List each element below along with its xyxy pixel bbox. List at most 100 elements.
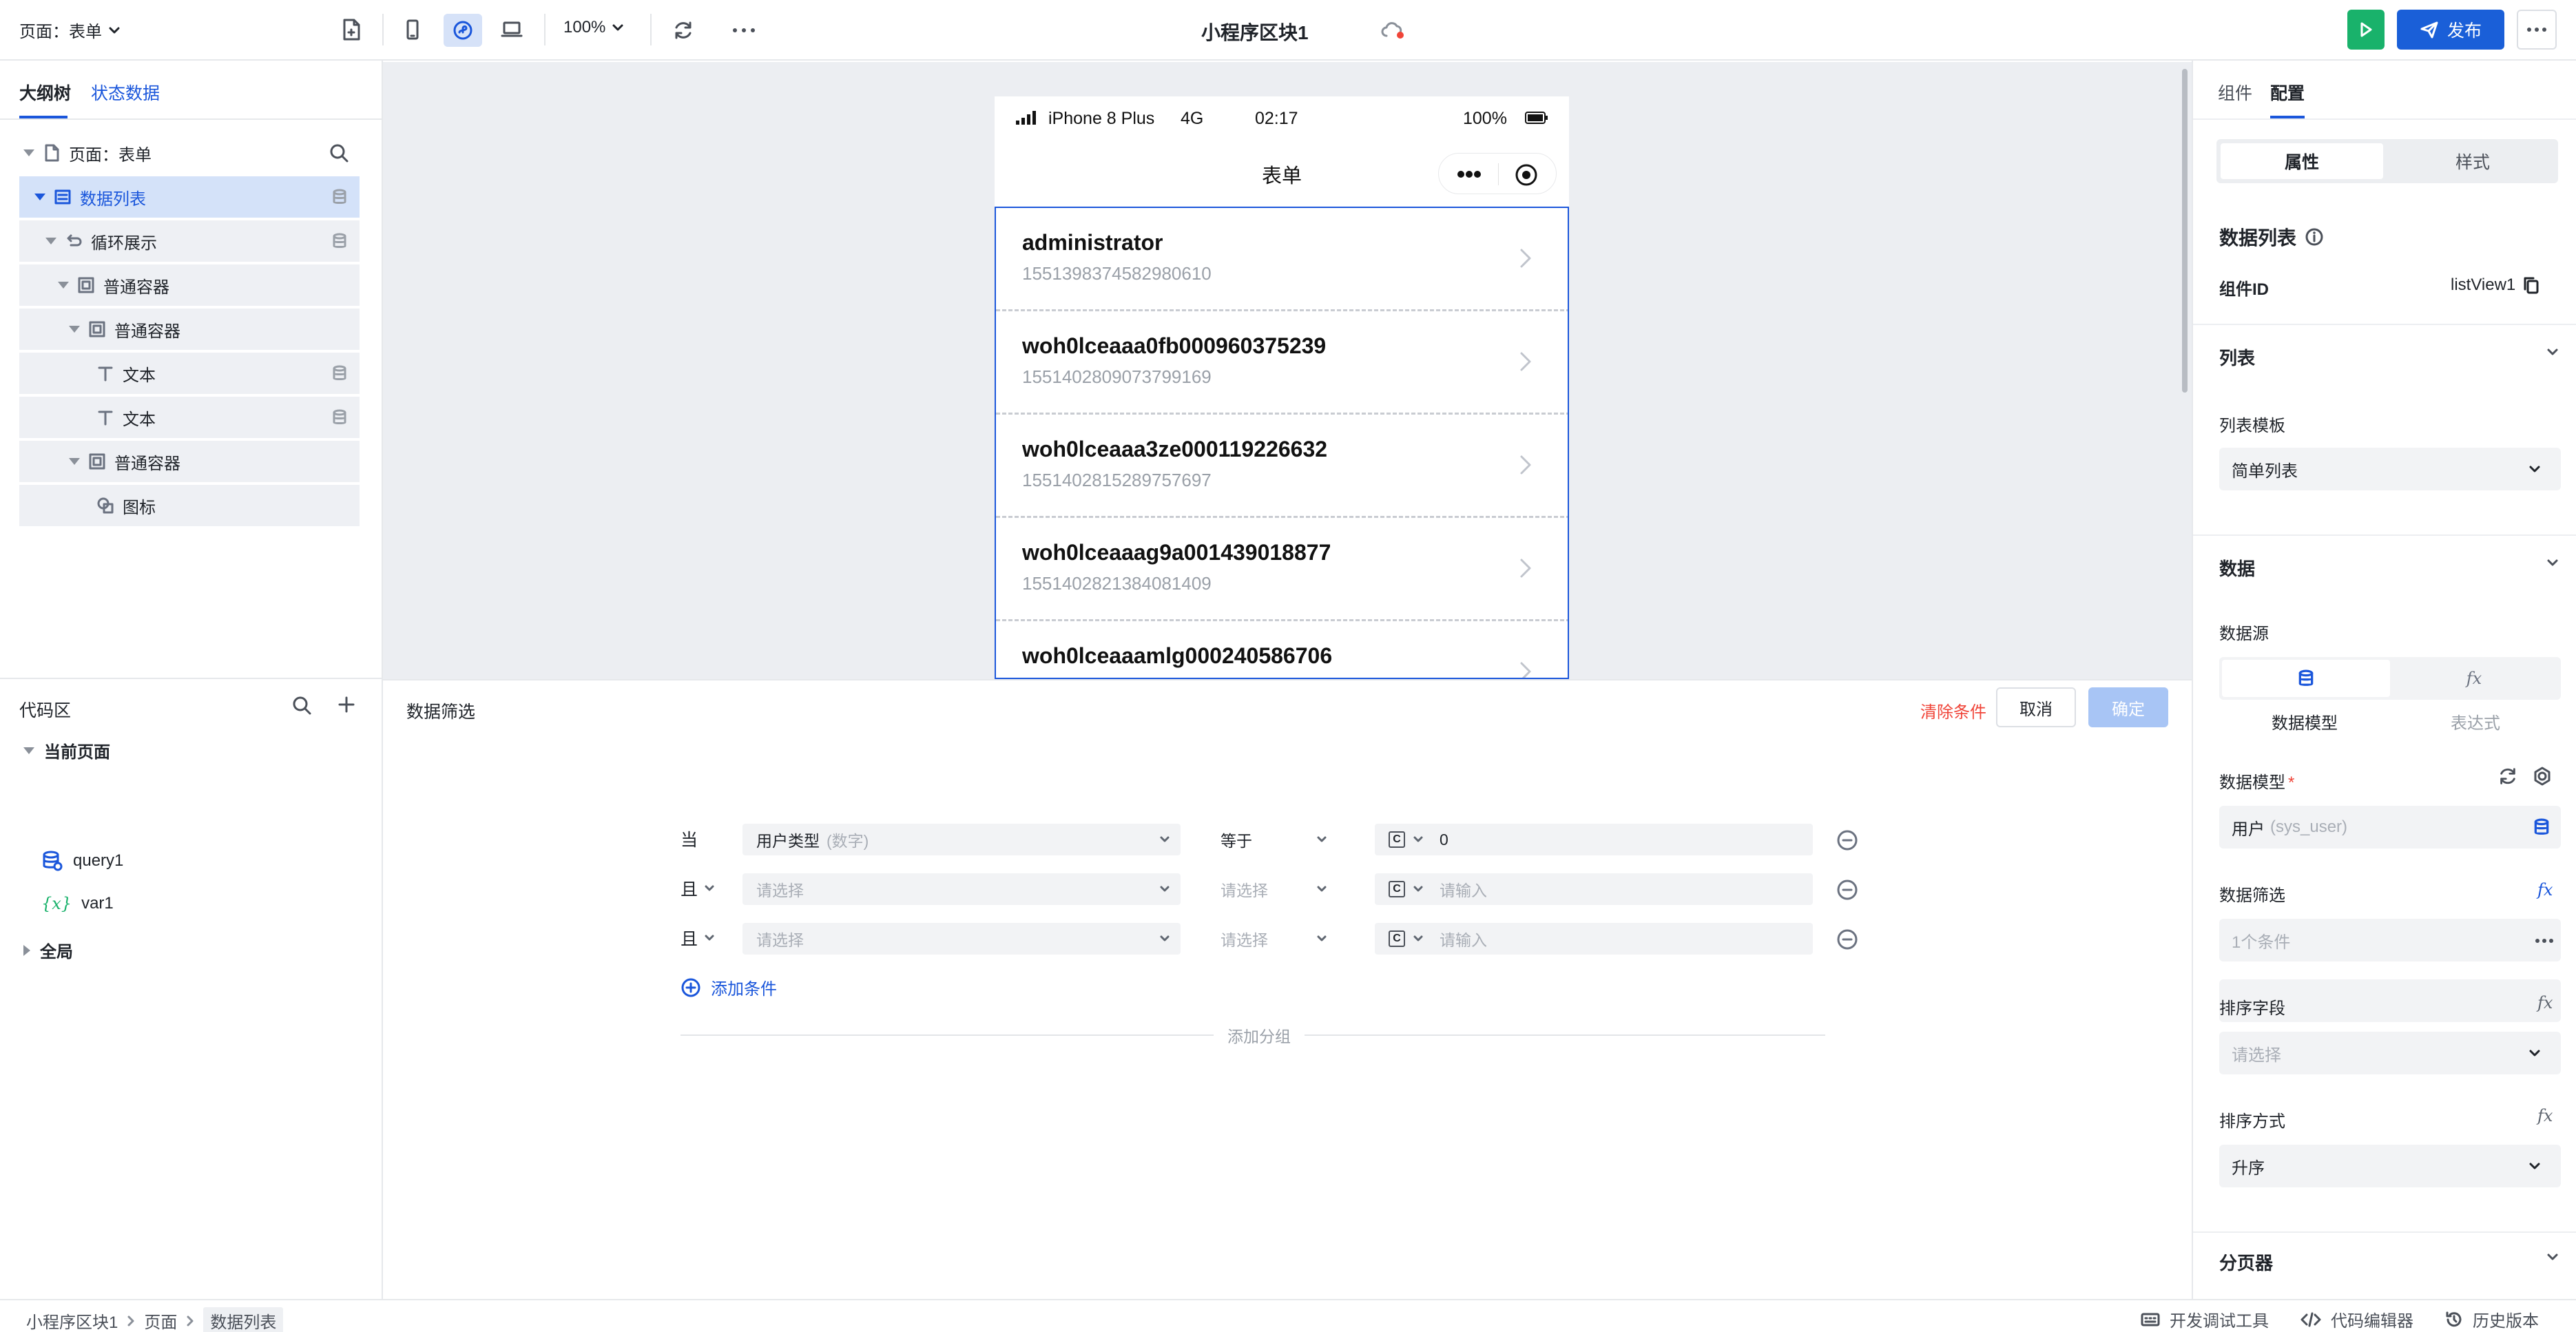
segment-control: 属性 样式 [2216, 139, 2558, 183]
refresh-icon[interactable] [2497, 766, 2518, 787]
tree-item-container[interactable]: 普通容器 [19, 441, 360, 482]
section-data-title[interactable]: 数据 [2219, 555, 2255, 581]
condition-value-input[interactable]: C 请输入 [1375, 923, 1813, 955]
data-filter-field[interactable]: 1个条件 [2219, 919, 2561, 961]
tab-components[interactable]: 组件 [2218, 80, 2252, 105]
phone-preview: iPhone 8 Plus 4G 02:17 100% 表单 administr… [995, 96, 1569, 679]
sort-field-placeholder: 请选择 [2232, 1045, 2281, 1065]
chevron-down-icon [1160, 886, 1170, 892]
tree-item-text[interactable]: 文本 [19, 353, 360, 394]
condition-logic-select[interactable]: 且 [681, 876, 714, 901]
code-item-var[interactable]: {x} var1 [41, 894, 114, 913]
add-group-button[interactable]: 添加分组 [1214, 1023, 1305, 1047]
tree-item-container[interactable]: 普通容器 [19, 264, 360, 306]
constant-type-icon[interactable]: C [1389, 881, 1405, 897]
condition-value-input[interactable]: C 请输入 [1375, 873, 1813, 905]
breadcrumb-item-current[interactable]: 数据列表 [203, 1307, 284, 1332]
list-item[interactable]: woh0lceaaamlg000240586706 [996, 621, 1568, 678]
info-icon[interactable] [2305, 227, 2324, 247]
condition-operator-select[interactable]: 请选择 [1207, 873, 1338, 905]
list-item[interactable]: woh0lceaaa0fb000960375239 15514028090737… [996, 311, 1568, 415]
data-model-select[interactable]: 用户 (sys_user) [2219, 806, 2561, 849]
more-icon[interactable] [731, 28, 756, 33]
tree-item-container[interactable]: 普通容器 [19, 309, 360, 350]
list-item[interactable]: administrator 1551398374582980610 [996, 208, 1568, 311]
data-list[interactable]: administrator 1551398374582980610 woh0lc… [995, 207, 1569, 679]
close-capsule-icon[interactable] [1515, 163, 1538, 187]
section-pager-title[interactable]: 分页器 [2219, 1249, 2273, 1275]
add-icon[interactable] [337, 696, 355, 714]
page-selector[interactable]: 页面：表单 [19, 18, 120, 42]
tree-item-loop[interactable]: 循环展示 [19, 220, 360, 262]
list-item[interactable]: woh0lceaaag9a001439018877 15514028213840… [996, 518, 1568, 621]
function-icon[interactable]: fx [2537, 993, 2553, 1012]
code-global[interactable]: 全局 [23, 938, 73, 962]
sort-order-label: 排序方式 [2219, 1112, 2285, 1131]
function-icon[interactable]: fx [2537, 880, 2553, 899]
constant-type-icon[interactable]: C [1389, 831, 1405, 848]
cancel-button[interactable]: 取消 [1996, 687, 2076, 727]
tab-state-data[interactable]: 状态数据 [91, 80, 160, 105]
tree-item-page[interactable]: 页面：表单 [19, 132, 360, 174]
add-condition-button[interactable]: 添加条件 [681, 975, 777, 999]
section-list-title[interactable]: 列表 [2219, 344, 2255, 370]
more-menu-button[interactable] [2517, 10, 2557, 50]
code-item-label: var1 [81, 894, 114, 913]
device-mobile-button[interactable] [398, 15, 427, 44]
refresh-icon[interactable] [672, 19, 694, 41]
tab-config[interactable]: 配置 [2270, 80, 2305, 105]
search-icon[interactable] [292, 696, 311, 715]
chevron-down-icon[interactable] [2547, 1253, 2558, 1260]
remove-condition-icon[interactable] [1836, 829, 1858, 851]
device-desktop-button[interactable] [497, 15, 526, 44]
breadcrumb-item[interactable]: 小程序区块1 [26, 1309, 118, 1332]
constant-type-icon[interactable]: C [1389, 930, 1405, 947]
chevron-down-icon[interactable] [2547, 348, 2558, 355]
condition-field-select[interactable]: 用户类型 (数字) [742, 824, 1181, 855]
condition-operator-select[interactable]: 请选择 [1207, 923, 1338, 955]
clear-conditions-button[interactable]: 清除条件 [1920, 698, 1986, 722]
run-button[interactable] [2347, 10, 2385, 50]
code-item-query[interactable]: query1 [41, 850, 123, 872]
tab-outline[interactable]: 大纲树 [19, 80, 71, 105]
sort-order-select[interactable]: 升序 [2219, 1145, 2561, 1187]
code-current-page[interactable]: 当前页面 [23, 738, 110, 762]
tree-item-data-list[interactable]: 数据列表 [19, 176, 360, 218]
list-template-select[interactable]: 简单列表 [2219, 448, 2561, 490]
capsule-menu[interactable] [1438, 153, 1557, 194]
source-expression-button[interactable]: fx [2390, 660, 2558, 697]
add-page-icon[interactable] [342, 18, 362, 41]
publish-button[interactable]: 发布 [2397, 10, 2504, 50]
more-icon[interactable] [2535, 938, 2554, 944]
source-model-button[interactable] [2222, 660, 2390, 697]
settings-icon[interactable] [2532, 766, 2553, 787]
breadcrumb-item[interactable]: 页面 [144, 1309, 177, 1332]
tree-item-icon[interactable]: 图标 [19, 485, 360, 526]
copy-icon[interactable] [2522, 275, 2540, 295]
code-editor-button[interactable]: 代码编辑器 [2300, 1307, 2413, 1331]
canvas-scrollbar[interactable] [2182, 69, 2188, 393]
history-button[interactable]: 历史版本 [2445, 1307, 2539, 1331]
sort-field-select[interactable]: 请选择 [2219, 1032, 2561, 1074]
condition-logic-select[interactable]: 且 [681, 926, 714, 950]
more-icon[interactable] [1457, 170, 1482, 178]
device-miniprogram-button[interactable] [444, 14, 482, 47]
segment-properties[interactable]: 属性 [2221, 143, 2383, 179]
condition-operator-select[interactable]: 等于 [1207, 824, 1338, 855]
zoom-selector[interactable]: 100% [563, 18, 623, 37]
tree-item-text[interactable]: 文本 [19, 397, 360, 438]
function-icon[interactable]: fx [2537, 1106, 2553, 1125]
remove-condition-icon[interactable] [1836, 879, 1858, 901]
remove-condition-icon[interactable] [1836, 928, 1858, 950]
search-icon[interactable] [329, 143, 349, 163]
debug-tools-button[interactable]: 开发调试工具 [2141, 1307, 2269, 1331]
condition-value-input[interactable]: C 0 [1375, 824, 1813, 855]
segment-styles[interactable]: 样式 [2391, 143, 2554, 179]
chevron-down-icon[interactable] [2547, 559, 2558, 566]
condition-field-select[interactable]: 请选择 [742, 923, 1181, 955]
condition-field-select[interactable]: 请选择 [742, 873, 1181, 905]
list-item-title: woh0lceaaamlg000240586706 [1022, 643, 1333, 668]
list-item[interactable]: woh0lceaaa3ze000119226632 15514028152897… [996, 415, 1568, 518]
divider [2193, 534, 2576, 536]
confirm-button[interactable]: 确定 [2088, 687, 2168, 727]
